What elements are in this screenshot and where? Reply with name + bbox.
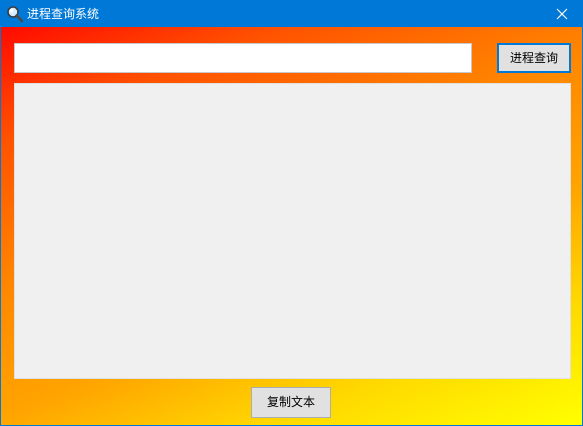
process-query-button[interactable]: 进程查询 bbox=[497, 43, 571, 73]
close-icon bbox=[556, 8, 568, 20]
client-area: 进程查询 复制文本 bbox=[1, 27, 582, 425]
window-title: 进程查询系统 bbox=[27, 7, 100, 21]
magnifier-icon bbox=[6, 5, 24, 23]
title-bar[interactable]: 进程查询系统 bbox=[1, 1, 582, 27]
close-button[interactable] bbox=[542, 1, 582, 27]
app-window: 进程查询系统 进程查询 复制文本 bbox=[0, 0, 583, 426]
result-text-area[interactable] bbox=[14, 83, 571, 379]
copy-text-button[interactable]: 复制文本 bbox=[251, 387, 331, 418]
process-query-input[interactable] bbox=[14, 43, 472, 73]
